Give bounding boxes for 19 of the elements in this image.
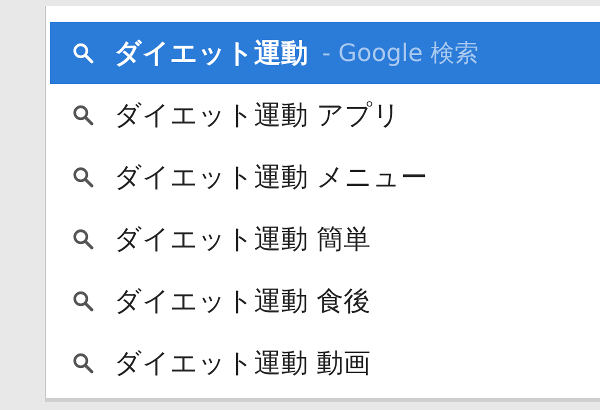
suggestion-text: ダイエット運動 動画 (114, 347, 371, 381)
suggestion-text: ダイエット運動 食後 (114, 285, 371, 319)
search-icon (72, 104, 94, 126)
suggestion-item[interactable]: ダイエット運動 簡単 (50, 208, 600, 270)
suggestion-text: ダイエット運動 (114, 37, 308, 71)
suggestion-item[interactable]: ダイエット運動 - Google 検索 (50, 22, 600, 84)
suggestion-text: ダイエット運動 アプリ (114, 99, 401, 133)
search-icon (72, 290, 94, 312)
search-icon (72, 228, 94, 250)
search-icon (72, 42, 94, 64)
suggestion-item[interactable]: ダイエット運動 食後 (50, 270, 600, 332)
suggestion-item[interactable]: ダイエット運動 アプリ (50, 84, 600, 146)
suggestion-item[interactable]: ダイエット運動 動画 (50, 332, 600, 394)
search-icon (72, 166, 94, 188)
suggestion-item[interactable]: ダイエット運動 メニュー (50, 146, 600, 208)
search-icon (72, 352, 94, 374)
search-hint: - Google 検索 (322, 38, 479, 69)
suggestion-text: ダイエット運動 簡単 (114, 223, 371, 257)
suggestion-text: ダイエット運動 メニュー (114, 161, 428, 195)
